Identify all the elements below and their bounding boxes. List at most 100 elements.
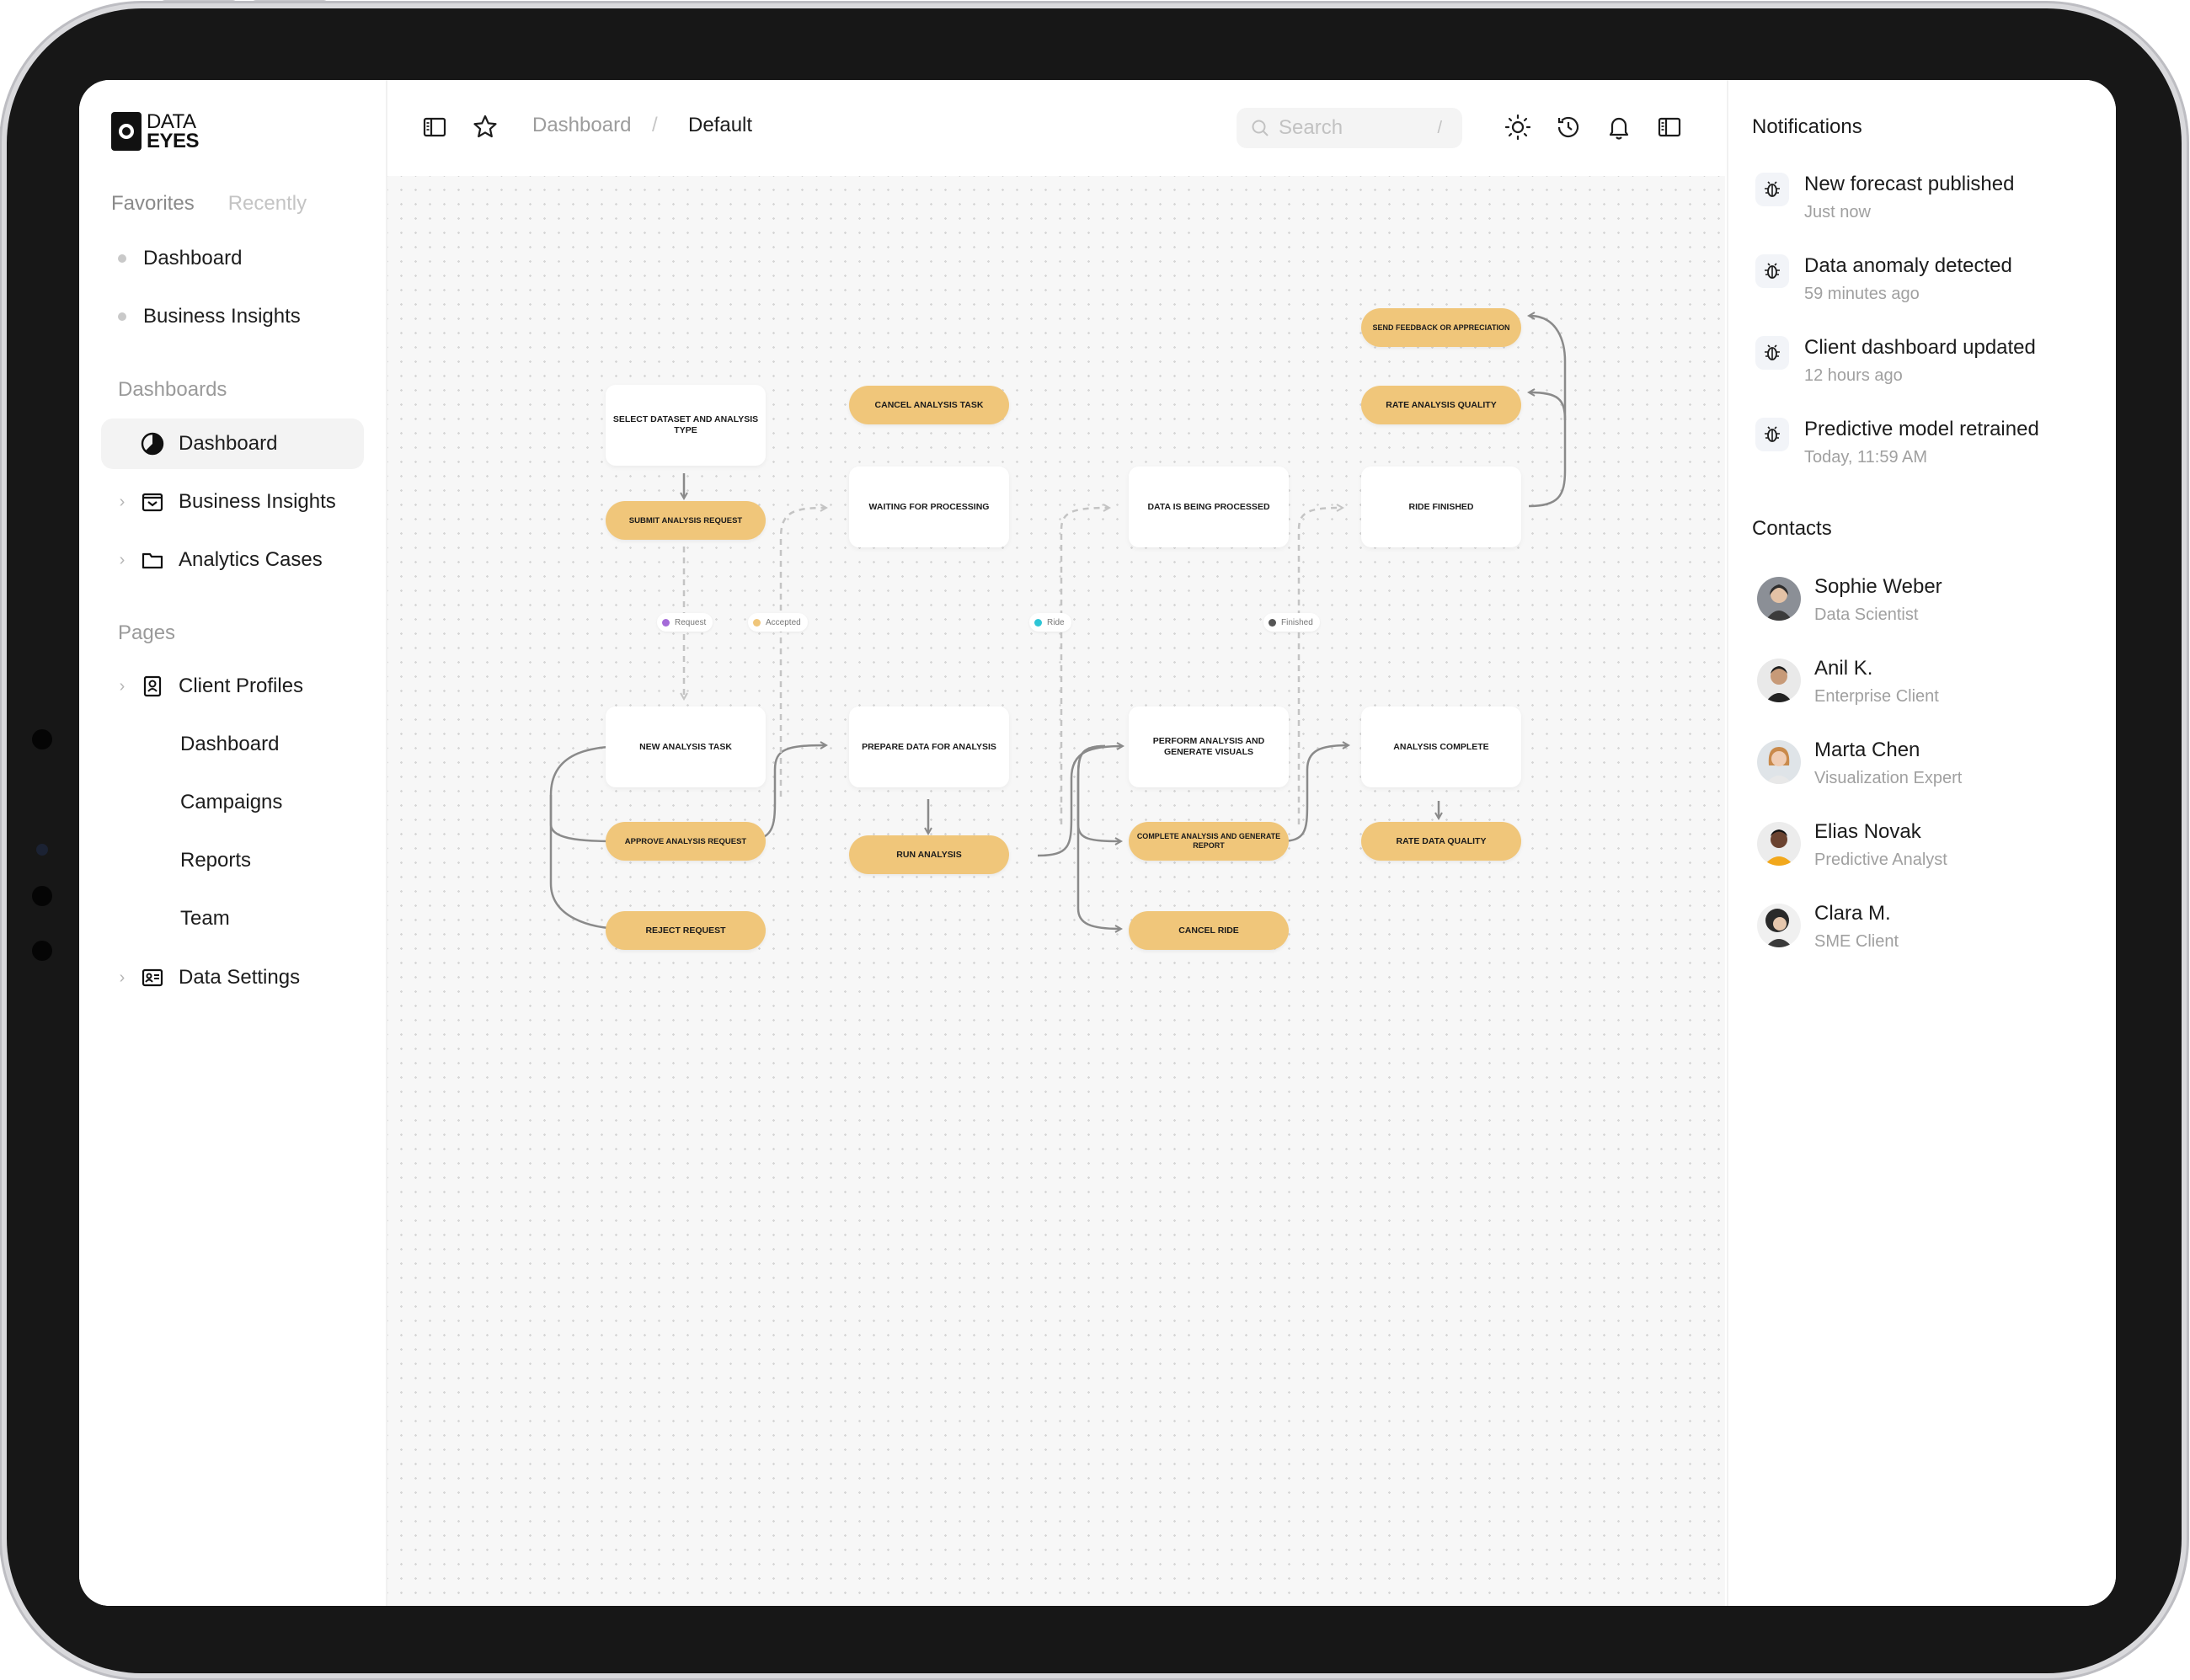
sensor-dot [32,886,52,906]
chevron-right-icon[interactable]: › [116,551,128,570]
notification-item[interactable]: Client dashboard updated 12 hours ago [1752,336,2106,403]
flow-node-select-dataset[interactable]: Select dataset and analysis type [606,385,766,466]
flow-node-new-task[interactable]: New analysis task [606,707,766,787]
flow-node-perform-analysis[interactable]: Perform analysis and generate visuals [1129,707,1289,787]
flow-node-ride-finished[interactable]: Ride finished [1361,467,1521,547]
inbox-icon [140,489,165,515]
notification-time: 59 minutes ago [1804,285,1920,303]
flow-node-cancel-task[interactable]: Cancel analysis task [849,386,1009,424]
contact-item[interactable]: Elias Novak Predictive Analyst [1752,820,2106,888]
contact-name: Elias Novak [1814,820,1921,843]
notification-item[interactable]: Data anomaly detected 59 minutes ago [1752,254,2106,322]
chevron-right-icon[interactable]: › [116,677,128,696]
top-bar: Dashboard / Default Search / [387,80,1725,176]
notification-time: Just now [1804,203,1871,221]
camera-dot [32,729,52,749]
avatar [1757,577,1801,621]
contact-item[interactable]: Clara M. SME Client [1752,902,2106,969]
flow-node-analysis-complete[interactable]: Analysis complete [1361,707,1521,787]
sun-icon[interactable] [1503,112,1533,142]
right-panel-toggle-icon[interactable] [1654,112,1685,142]
search-placeholder: Search [1279,116,1343,139]
sensor-dot [32,941,52,961]
avatar [1757,659,1801,702]
flow-node-reject-request[interactable]: Reject request [606,911,766,950]
search-icon [1252,120,1269,136]
logo[interactable]: DATA EYES [111,112,200,152]
yellow-dot-icon [753,618,761,627]
contact-role: Visualization Expert [1814,769,1963,787]
sidebar-item-client-profiles[interactable]: › Client Profiles [101,661,364,712]
contact-name: Sophie Weber [1814,575,1942,598]
arrow-finished-to-rate-quality [1529,392,1567,508]
sidebar: DATA EYES Favorites Recently Dashboard B… [79,80,387,1606]
tab-favorites[interactable]: Favorites [111,192,195,216]
arrow-finished-to-feedback [1530,316,1567,420]
contact-role: Enterprise Client [1814,687,1939,706]
sidebar-toggle-icon[interactable] [419,112,450,142]
notification-title: Predictive model retrained [1804,418,2039,440]
bell-icon[interactable] [1604,112,1634,142]
right-panel: Notifications New forecast published Jus… [1727,80,2116,1606]
sidebar-item-data-settings[interactable]: › Data Settings [101,952,364,1003]
sidebar-item-label: Business Insights [179,490,336,513]
flow-node-waiting[interactable]: Waiting for processing [849,467,1009,547]
contact-item[interactable]: Sophie Weber Data Scientist [1752,575,2106,643]
sidebar-subitem-reports[interactable]: Reports [180,844,251,877]
flow-node-approve-request[interactable]: Approve analysis request [606,822,766,861]
search-input[interactable]: Search / [1237,108,1462,148]
camera-lens [36,844,48,856]
flow-node-send-feedback[interactable]: Send feedback or appreciation [1361,308,1521,347]
sidebar-item-business-insights[interactable]: › Business Insights [101,477,364,527]
bug-icon [1755,254,1789,288]
eye-logo-icon [111,112,142,151]
flow-node-complete-analysis[interactable]: Complete analysis and generate report [1129,822,1289,861]
flow-node-submit-request[interactable]: Submit analysis request [606,501,766,540]
contact-role: Data Scientist [1814,605,1919,624]
flow-node-prepare-data[interactable]: Prepare data for analysis [849,707,1009,787]
notification-title: Data anomaly detected [1804,254,2012,277]
bug-icon [1755,173,1789,206]
sidebar-subitem-dashboard[interactable]: Dashboard [180,728,279,761]
sidebar-item-dashboard[interactable]: Dashboard [101,419,364,469]
breadcrumb-root[interactable]: Dashboard [532,114,631,137]
notification-title: New forecast published [1804,173,2015,195]
favorite-item-dashboard[interactable]: Dashboard [79,233,386,284]
sidebar-subitem-campaigns[interactable]: Campaigns [180,786,282,819]
notification-item[interactable]: Predictive model retrained Today, 11:59 … [1752,418,2106,485]
flow-node-rate-data-quality[interactable]: Rate data quality [1361,822,1521,861]
contact-name: Marta Chen [1814,739,1920,761]
chevron-right-icon[interactable]: › [116,493,128,512]
sidebar-item-label: Dashboard [179,432,278,455]
flow-tag-accepted: Accepted [748,613,808,632]
search-shortcut: / [1437,118,1442,137]
favorite-label: Dashboard [143,247,243,269]
flow-tag-ride: Ride [1029,613,1071,632]
favorite-item-business-insights[interactable]: Business Insights [79,291,386,342]
breadcrumb-separator: / [652,114,658,136]
history-icon[interactable] [1553,112,1584,142]
sidebar-subitem-team[interactable]: Team [180,902,230,936]
flow-node-cancel-ride[interactable]: Cancel ride [1129,911,1289,950]
flow-node-run-analysis[interactable]: Run analysis [849,835,1009,874]
tab-recently[interactable]: Recently [228,192,307,216]
flow-node-being-processed[interactable]: Data is being processed [1129,467,1289,547]
contact-item[interactable]: Marta Chen Visualization Expert [1752,739,2106,806]
chevron-right-icon[interactable]: › [116,968,128,988]
id-card-icon [140,965,165,990]
pie-chart-icon [140,431,165,456]
contact-name: Anil K. [1814,657,1873,680]
sidebar-item-label: Client Profiles [179,675,304,697]
flow-node-rate-quality[interactable]: Rate analysis quality [1361,386,1521,424]
breadcrumb-current[interactable]: Default [688,114,752,137]
logo-line-2: EYES [147,130,200,152]
flow-canvas[interactable]: Select dataset and analysis type Submit … [387,176,1725,1606]
flow-tag-finished: Finished [1263,613,1320,632]
dashed-ride-to-processed [1060,508,1108,824]
star-icon[interactable] [470,112,500,142]
avatar [1757,822,1801,866]
bullet-icon [118,254,126,263]
contact-item[interactable]: Anil K. Enterprise Client [1752,657,2106,724]
sidebar-item-analytics-cases[interactable]: › Analytics Cases [101,535,364,585]
notification-item[interactable]: New forecast published Just now [1752,173,2106,240]
